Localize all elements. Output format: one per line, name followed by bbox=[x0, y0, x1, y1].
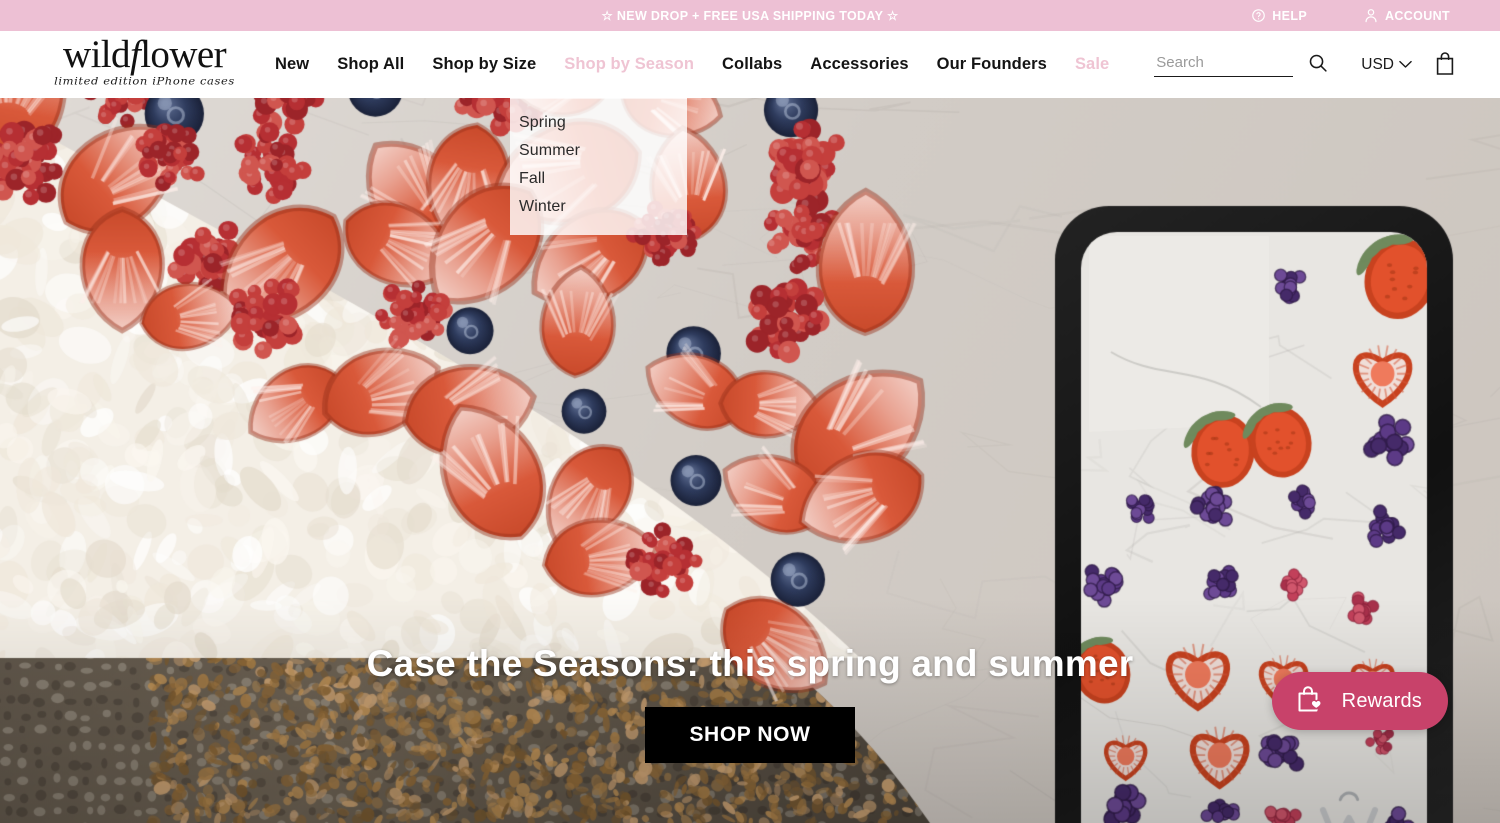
help-link-label: HELP bbox=[1272, 8, 1308, 23]
announcement-text: ☆ NEW DROP + FREE USA SHIPPING TODAY ☆ bbox=[601, 9, 899, 23]
rewards-widget-label: Rewards bbox=[1341, 689, 1422, 712]
currency-value: USD bbox=[1361, 55, 1394, 73]
help-link[interactable]: HELP bbox=[1251, 8, 1307, 23]
dropdown-item-summer[interactable]: Summer bbox=[510, 137, 687, 165]
site-logo[interactable]: wildflower limited edition iPhone cases bbox=[47, 35, 242, 88]
nav-item-new[interactable]: New bbox=[261, 31, 323, 98]
hero-title: Case the Seasons: this spring and summer bbox=[366, 643, 1134, 684]
currency-selector[interactable]: USD bbox=[1361, 56, 1412, 74]
nav-item-shop-by-season[interactable]: Shop by Season bbox=[550, 31, 708, 98]
account-link[interactable]: ACCOUNT bbox=[1363, 7, 1450, 24]
nav-item-our-founders[interactable]: Our Founders bbox=[923, 31, 1061, 98]
logo-word-part1: wild bbox=[63, 33, 131, 76]
search-icon bbox=[1307, 52, 1329, 77]
search-form bbox=[1154, 52, 1329, 77]
logo-wordmark: wildflower bbox=[47, 35, 242, 75]
search-button[interactable] bbox=[1293, 52, 1329, 77]
site-header: wildflower limited edition iPhone cases … bbox=[0, 31, 1500, 235]
logo-tagline: limited edition iPhone cases bbox=[54, 74, 235, 88]
nav-item-collabs[interactable]: Collabs bbox=[708, 31, 796, 98]
header-utilities: USD bbox=[1154, 31, 1456, 98]
hero-banner: Case the Seasons: this spring and summer… bbox=[0, 98, 1500, 823]
logo-word-part2: f bbox=[129, 33, 141, 76]
dropdown-item-spring[interactable]: Spring bbox=[510, 109, 687, 137]
main-navigation: New Shop All Shop by Size Shop by Season… bbox=[261, 31, 1123, 98]
bag-heart-icon bbox=[1292, 682, 1328, 721]
nav-item-shop-all[interactable]: Shop All bbox=[323, 31, 418, 98]
announcement-bar: ☆ NEW DROP + FREE USA SHIPPING TODAY ☆ H… bbox=[0, 0, 1500, 31]
rewards-widget-button[interactable]: Rewards bbox=[1271, 672, 1448, 730]
shopping-bag-icon bbox=[1434, 51, 1456, 79]
chevron-down-icon bbox=[1399, 56, 1412, 74]
cart-button[interactable] bbox=[1434, 51, 1456, 79]
account-link-label: ACCOUNT bbox=[1385, 8, 1450, 23]
shop-now-button[interactable]: SHOP NOW bbox=[645, 707, 855, 763]
logo-word-part3: lower bbox=[140, 33, 226, 76]
shop-by-season-dropdown: Spring Summer Fall Winter bbox=[510, 98, 687, 235]
help-circle-icon bbox=[1251, 8, 1266, 23]
dropdown-item-winter[interactable]: Winter bbox=[510, 193, 687, 221]
nav-item-shop-by-size[interactable]: Shop by Size bbox=[418, 31, 550, 98]
nav-item-accessories[interactable]: Accessories bbox=[796, 31, 922, 98]
nav-item-sale[interactable]: Sale bbox=[1061, 31, 1123, 98]
search-input[interactable] bbox=[1154, 52, 1294, 77]
dropdown-item-fall[interactable]: Fall bbox=[510, 165, 687, 193]
announcement-utility-links: HELP ACCOUNT bbox=[1251, 0, 1450, 31]
user-icon bbox=[1363, 7, 1379, 24]
